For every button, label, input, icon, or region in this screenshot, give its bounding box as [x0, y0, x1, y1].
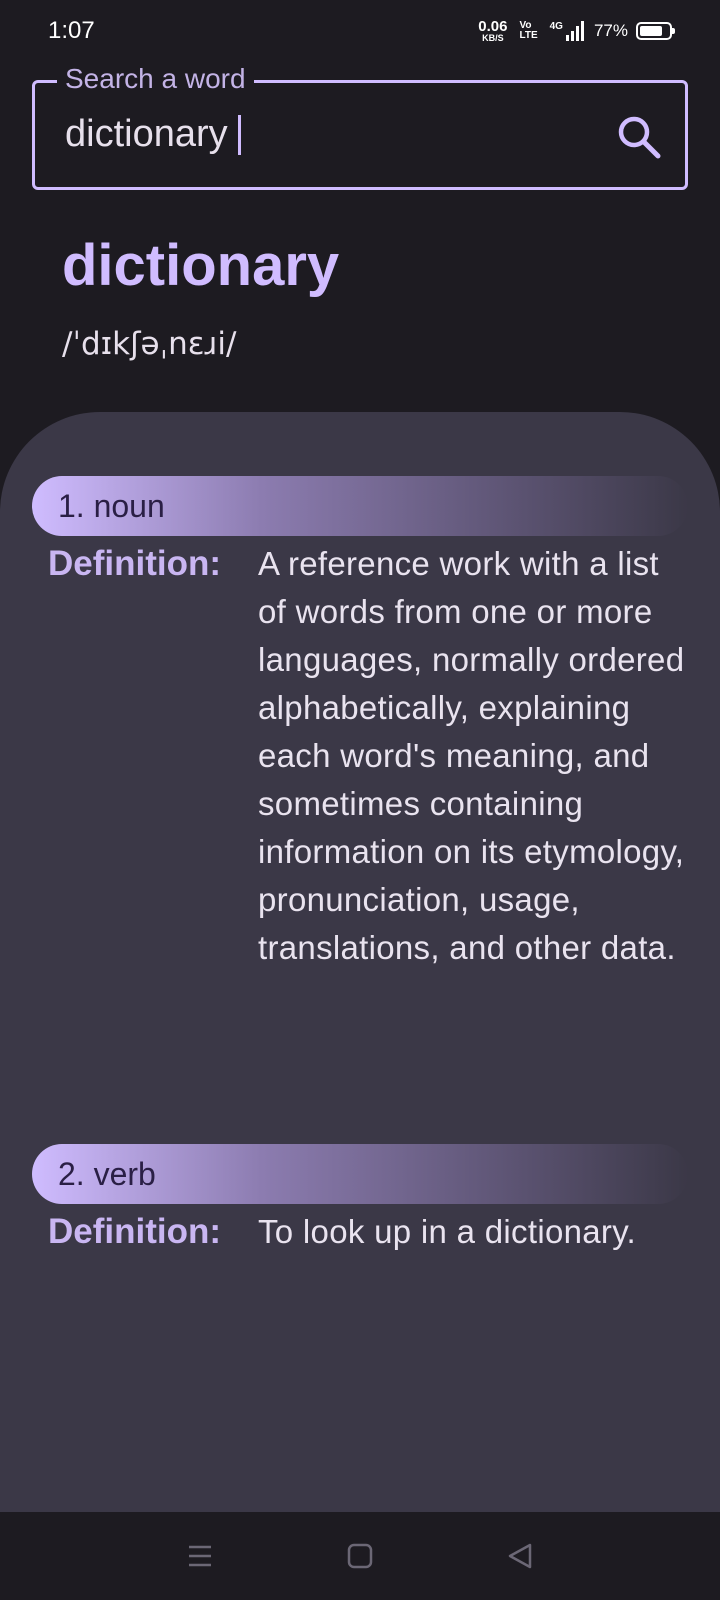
volte-bottom: LTE	[519, 30, 538, 41]
menu-icon	[189, 1545, 211, 1567]
signal-bar	[570, 31, 574, 41]
definition-label: Definition:	[48, 1212, 222, 1251]
battery-percent: 77%	[593, 21, 628, 40]
signal-bar	[575, 26, 579, 41]
network-speed-unit: KB/S	[482, 33, 504, 43]
home-icon	[347, 1543, 373, 1569]
recents-button[interactable]	[180, 1536, 220, 1576]
definition-text: A reference work with a list of words fr…	[258, 545, 685, 966]
definition-text: To look up in a dictionary.	[258, 1213, 637, 1250]
signal-icon: 4G	[550, 21, 584, 41]
home-button[interactable]	[340, 1536, 380, 1576]
phonetic-text[interactable]: /ˈdɪkʃəˌnɛɹi/	[62, 326, 236, 362]
meanings-card: 1. noun Definition: A reference work wit…	[0, 412, 720, 1512]
signal-bar	[580, 21, 584, 41]
definition-row: Definition: A reference work with a list…	[48, 540, 688, 972]
network-speed: 0.06 KB/S	[478, 19, 507, 43]
battery-fill	[640, 26, 662, 36]
back-icon	[508, 1543, 532, 1569]
search-field[interactable]: Search a word dictionary	[32, 63, 688, 190]
network-speed-value: 0.06	[478, 18, 508, 35]
text-cursor	[237, 114, 241, 155]
status-indicators: 0.06 KB/S Vo LTE 4G 77%	[478, 19, 675, 43]
part-of-speech-header: 2. verb	[32, 1144, 688, 1204]
search-input-text: dictionary	[65, 113, 228, 155]
back-button[interactable]	[500, 1536, 540, 1576]
search-icon	[618, 116, 661, 159]
status-bar: 1:07 0.06 KB/S Vo LTE 4G 77%	[0, 0, 720, 62]
search-label: Search a word	[57, 63, 254, 95]
battery-icon	[636, 22, 675, 40]
search-input[interactable]: dictionary	[65, 113, 241, 156]
part-of-speech-header: 1. noun	[32, 476, 688, 536]
system-navigation-bar	[0, 1512, 720, 1600]
status-time: 1:07	[48, 17, 95, 44]
network-type: 4G	[549, 21, 563, 32]
definition-label: Definition:	[48, 544, 222, 583]
word-title: dictionary	[62, 233, 340, 298]
definition-row: Definition: To look up in a dictionary.	[48, 1208, 688, 1256]
signal-bar	[565, 35, 569, 41]
volte-icon: Vo LTE	[519, 21, 537, 41]
search-button[interactable]	[615, 113, 663, 161]
